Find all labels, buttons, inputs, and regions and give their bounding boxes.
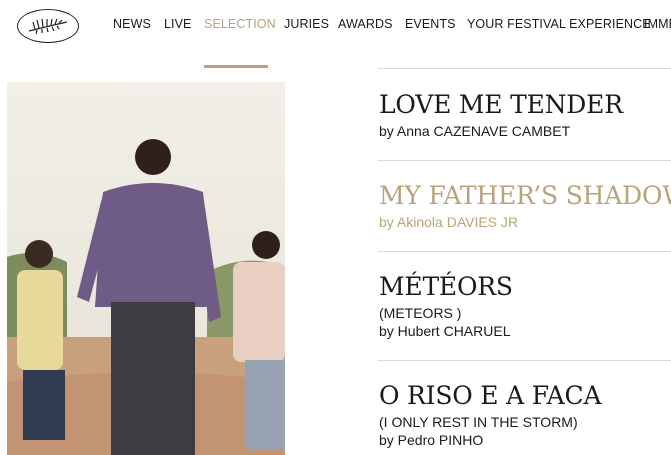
site-header: NEWS LIVE SELECTION JURIES AWARDS EVENTS… (0, 0, 671, 70)
palm-leaf-icon (28, 18, 68, 35)
nav-festival-experience[interactable]: YOUR FESTIVAL EXPERIENCE (467, 17, 651, 31)
film-alt-title: (METEORS ) (379, 305, 462, 321)
film-director: by Akinola DAVIES JR (379, 214, 519, 230)
film-director: by Hubert CHARUEL (379, 323, 511, 339)
nav-events[interactable]: EVENTS (405, 17, 456, 31)
active-nav-indicator (204, 65, 268, 68)
list-divider (378, 68, 671, 69)
festival-logo[interactable] (17, 9, 79, 43)
nav-live[interactable]: LIVE (164, 17, 192, 31)
film-title[interactable]: LOVE ME TENDER (379, 90, 623, 119)
film-alt-title: (I ONLY REST IN THE STORM) (379, 414, 578, 430)
film-still-image[interactable] (7, 82, 285, 455)
nav-selection[interactable]: SELECTION (204, 17, 276, 31)
film-director: by Anna CAZENAVE CAMBET (379, 123, 571, 139)
film-title[interactable]: MÉTÉORS (379, 272, 513, 301)
nav-juries[interactable]: JURIES (284, 17, 329, 31)
nav-news[interactable]: NEWS (113, 17, 151, 31)
nav-immersive[interactable]: IMME (644, 17, 671, 31)
list-divider (378, 251, 671, 252)
film-title[interactable]: MY FATHER’S SHADOW (379, 181, 671, 210)
list-divider (378, 360, 671, 361)
list-divider (378, 160, 671, 161)
nav-awards[interactable]: AWARDS (338, 17, 393, 31)
film-director: by Pedro PINHO (379, 432, 484, 448)
film-title[interactable]: O RISO E A FACA (379, 381, 602, 410)
